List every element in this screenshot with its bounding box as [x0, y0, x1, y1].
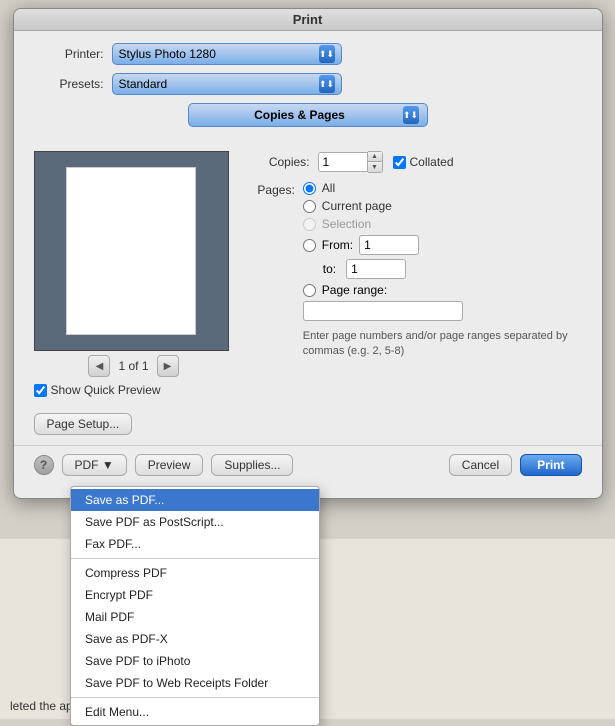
- preview-controls: ◀ 1 of 1 ▶: [34, 355, 234, 377]
- copies-input[interactable]: [318, 152, 368, 172]
- to-row: to:: [323, 259, 582, 279]
- range-row: Page range:: [303, 283, 582, 297]
- radio-range-label: Page range:: [322, 283, 387, 297]
- page-setup-button[interactable]: Page Setup...: [34, 413, 133, 435]
- copies-up-button[interactable]: ▲: [368, 152, 382, 162]
- preview-box: [34, 151, 229, 351]
- copies-down-button[interactable]: ▼: [368, 162, 382, 172]
- radio-all-label: All: [322, 181, 335, 195]
- print-button[interactable]: Print: [520, 454, 581, 476]
- print-dialog: Print Printer: Stylus Photo 1280 ⬆⬇ Pres…: [13, 8, 603, 499]
- pdf-menu-item-8[interactable]: Save PDF to Web Receipts Folder: [71, 672, 319, 694]
- to-label: to:: [323, 262, 336, 276]
- preview-button[interactable]: Preview: [135, 454, 204, 476]
- presets-select-value: Standard: [119, 77, 319, 91]
- pdf-menu-item-4[interactable]: Encrypt PDF: [71, 584, 319, 606]
- presets-label: Presets:: [34, 77, 104, 91]
- presets-select-arrow: ⬆⬇: [319, 75, 335, 93]
- radio-current-label: Current page: [322, 199, 392, 213]
- radio-all[interactable]: [303, 182, 316, 195]
- dialog-title-text: Print: [293, 12, 323, 27]
- pages-row: Pages: All Current page Selection: [250, 181, 582, 360]
- pdf-menu-divider-2: [71, 697, 319, 698]
- printer-select[interactable]: Stylus Photo 1280 ⬆⬇: [112, 43, 342, 65]
- page-range-input[interactable]: [303, 301, 463, 321]
- main-content: ◀ 1 of 1 ▶ Show Quick Preview Copies: ▲ …: [14, 143, 602, 405]
- bottom-bar: ? PDF ▼ Preview Supplies... Cancel Print: [14, 445, 602, 484]
- dialog-title-bar: Print: [14, 9, 602, 31]
- cancel-button[interactable]: Cancel: [449, 454, 512, 476]
- copies-spinner: ▲ ▼: [318, 151, 383, 173]
- copies-pages-select[interactable]: Copies & Pages ⬆⬇: [188, 103, 428, 127]
- copies-row: Copies: ▲ ▼ Collated: [250, 151, 582, 173]
- pages-radio-group: All Current page Selection From:: [303, 181, 582, 360]
- radio-from[interactable]: [303, 239, 316, 252]
- supplies-button[interactable]: Supplies...: [211, 454, 293, 476]
- pdf-menu-item-7[interactable]: Save PDF to iPhoto: [71, 650, 319, 672]
- pdf-menu-item-9[interactable]: Edit Menu...: [71, 701, 319, 723]
- pdf-menu-item-1[interactable]: Save PDF as PostScript...: [71, 511, 319, 533]
- next-page-button[interactable]: ▶: [157, 355, 179, 377]
- from-label: From:: [322, 238, 353, 252]
- printer-select-value: Stylus Photo 1280: [119, 47, 319, 61]
- copies-label: Copies:: [250, 155, 310, 169]
- pdf-menu-item-6[interactable]: Save as PDF-X: [71, 628, 319, 650]
- radio-range[interactable]: [303, 284, 316, 297]
- collated-text: Collated: [410, 155, 454, 169]
- copies-spin-buttons: ▲ ▼: [368, 151, 383, 173]
- printer-select-arrow: ⬆⬇: [319, 45, 335, 63]
- copies-pages-label: Copies & Pages: [197, 108, 403, 122]
- printer-row: Printer: Stylus Photo 1280 ⬆⬇: [34, 43, 582, 65]
- prev-page-button[interactable]: ◀: [88, 355, 110, 377]
- quick-preview-label: Show Quick Preview: [51, 383, 161, 397]
- pdf-menu-item-5[interactable]: Mail PDF: [71, 606, 319, 628]
- collated-label: Collated: [393, 155, 454, 169]
- pdf-button-label: PDF ▼: [75, 458, 114, 472]
- options-area: Copies: ▲ ▼ Collated Pages:: [250, 151, 582, 397]
- form-area: Printer: Stylus Photo 1280 ⬆⬇ Presets: S…: [14, 31, 602, 143]
- pdf-button[interactable]: PDF ▼: [62, 454, 127, 476]
- radio-all-item: All: [303, 181, 582, 195]
- copies-pages-arrow: ⬆⬇: [403, 106, 419, 124]
- printer-label: Printer:: [34, 47, 104, 61]
- radio-selection-item: Selection: [303, 217, 582, 231]
- pdf-menu-item-2[interactable]: Fax PDF...: [71, 533, 319, 555]
- hint-text: Enter page numbers and/or page ranges se…: [303, 329, 582, 360]
- radio-selection: [303, 218, 316, 231]
- quick-preview-checkbox[interactable]: [34, 384, 47, 397]
- page-setup-row: Page Setup...: [14, 405, 602, 439]
- radio-current-item: Current page: [303, 199, 582, 213]
- pdf-dropdown-menu: Save as PDF... Save PDF as PostScript...…: [70, 486, 320, 726]
- pdf-menu-item-3[interactable]: Compress PDF: [71, 562, 319, 584]
- preview-area: ◀ 1 of 1 ▶ Show Quick Preview: [34, 151, 234, 397]
- radio-current[interactable]: [303, 200, 316, 213]
- page-info: 1 of 1: [118, 359, 148, 373]
- pdf-menu-divider-1: [71, 558, 319, 559]
- presets-select[interactable]: Standard ⬆⬇: [112, 73, 342, 95]
- help-button[interactable]: ?: [34, 455, 54, 475]
- radio-selection-label: Selection: [322, 217, 371, 231]
- section-row: Copies & Pages ⬆⬇: [34, 103, 582, 127]
- collated-checkbox[interactable]: [393, 156, 406, 169]
- preview-page: [66, 167, 196, 335]
- quick-preview-row: Show Quick Preview: [34, 383, 234, 397]
- pages-label: Pages:: [250, 183, 295, 197]
- from-row: From:: [303, 235, 582, 255]
- pdf-menu-item-0[interactable]: Save as PDF...: [71, 489, 319, 511]
- from-input[interactable]: [359, 235, 419, 255]
- presets-row: Presets: Standard ⬆⬇: [34, 73, 582, 95]
- to-input[interactable]: [346, 259, 406, 279]
